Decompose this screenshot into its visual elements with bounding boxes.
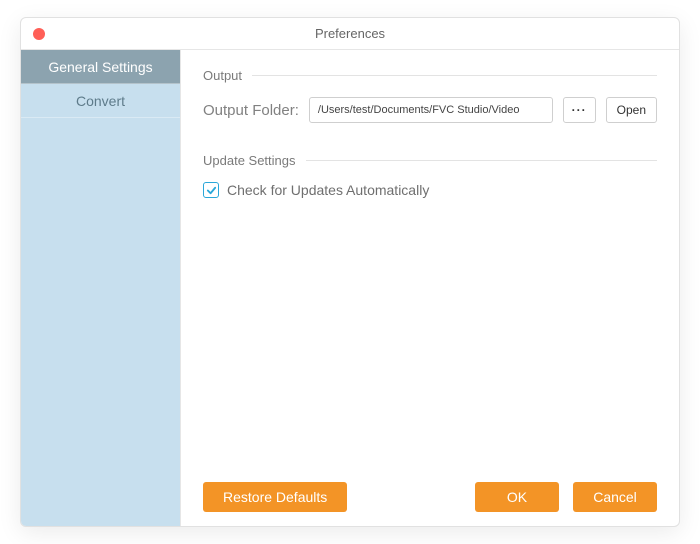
auto-update-checkbox[interactable] [203, 182, 219, 198]
section-title: Update Settings [203, 153, 296, 168]
close-icon[interactable] [33, 28, 45, 40]
footer: Restore Defaults OK Cancel [203, 472, 657, 512]
window-title: Preferences [315, 26, 385, 41]
sidebar-item-convert[interactable]: Convert [21, 84, 180, 118]
sidebar-item-label: Convert [76, 93, 125, 109]
sidebar: General Settings Convert [21, 50, 181, 526]
output-folder-row: Output Folder: /Users/test/Documents/FVC… [203, 97, 657, 123]
divider [306, 160, 657, 161]
section-update-heading: Update Settings [203, 153, 657, 168]
browse-button[interactable]: ··· [563, 97, 596, 123]
preferences-window: Preferences General Settings Convert Out… [20, 17, 680, 527]
ellipsis-icon: ··· [572, 103, 587, 117]
section-output-heading: Output [203, 68, 657, 83]
window-body: General Settings Convert Output Output F… [21, 50, 679, 526]
titlebar: Preferences [21, 18, 679, 50]
window-controls [33, 28, 45, 40]
sidebar-item-label: General Settings [48, 59, 152, 75]
sidebar-item-general-settings[interactable]: General Settings [21, 50, 180, 84]
open-folder-button[interactable]: Open [606, 97, 657, 123]
auto-update-row: Check for Updates Automatically [203, 182, 657, 198]
output-folder-value: /Users/test/Documents/FVC Studio/Video [318, 104, 520, 116]
section-title: Output [203, 68, 242, 83]
main-panel: Output Output Folder: /Users/test/Docume… [181, 50, 679, 526]
spacer [203, 123, 657, 151]
check-icon [206, 185, 217, 196]
output-folder-input[interactable]: /Users/test/Documents/FVC Studio/Video [309, 97, 553, 123]
restore-defaults-button[interactable]: Restore Defaults [203, 482, 347, 512]
output-folder-label: Output Folder: [203, 102, 299, 119]
cancel-button[interactable]: Cancel [573, 482, 657, 512]
auto-update-label: Check for Updates Automatically [227, 182, 429, 198]
divider [252, 75, 657, 76]
ok-button[interactable]: OK [475, 482, 559, 512]
